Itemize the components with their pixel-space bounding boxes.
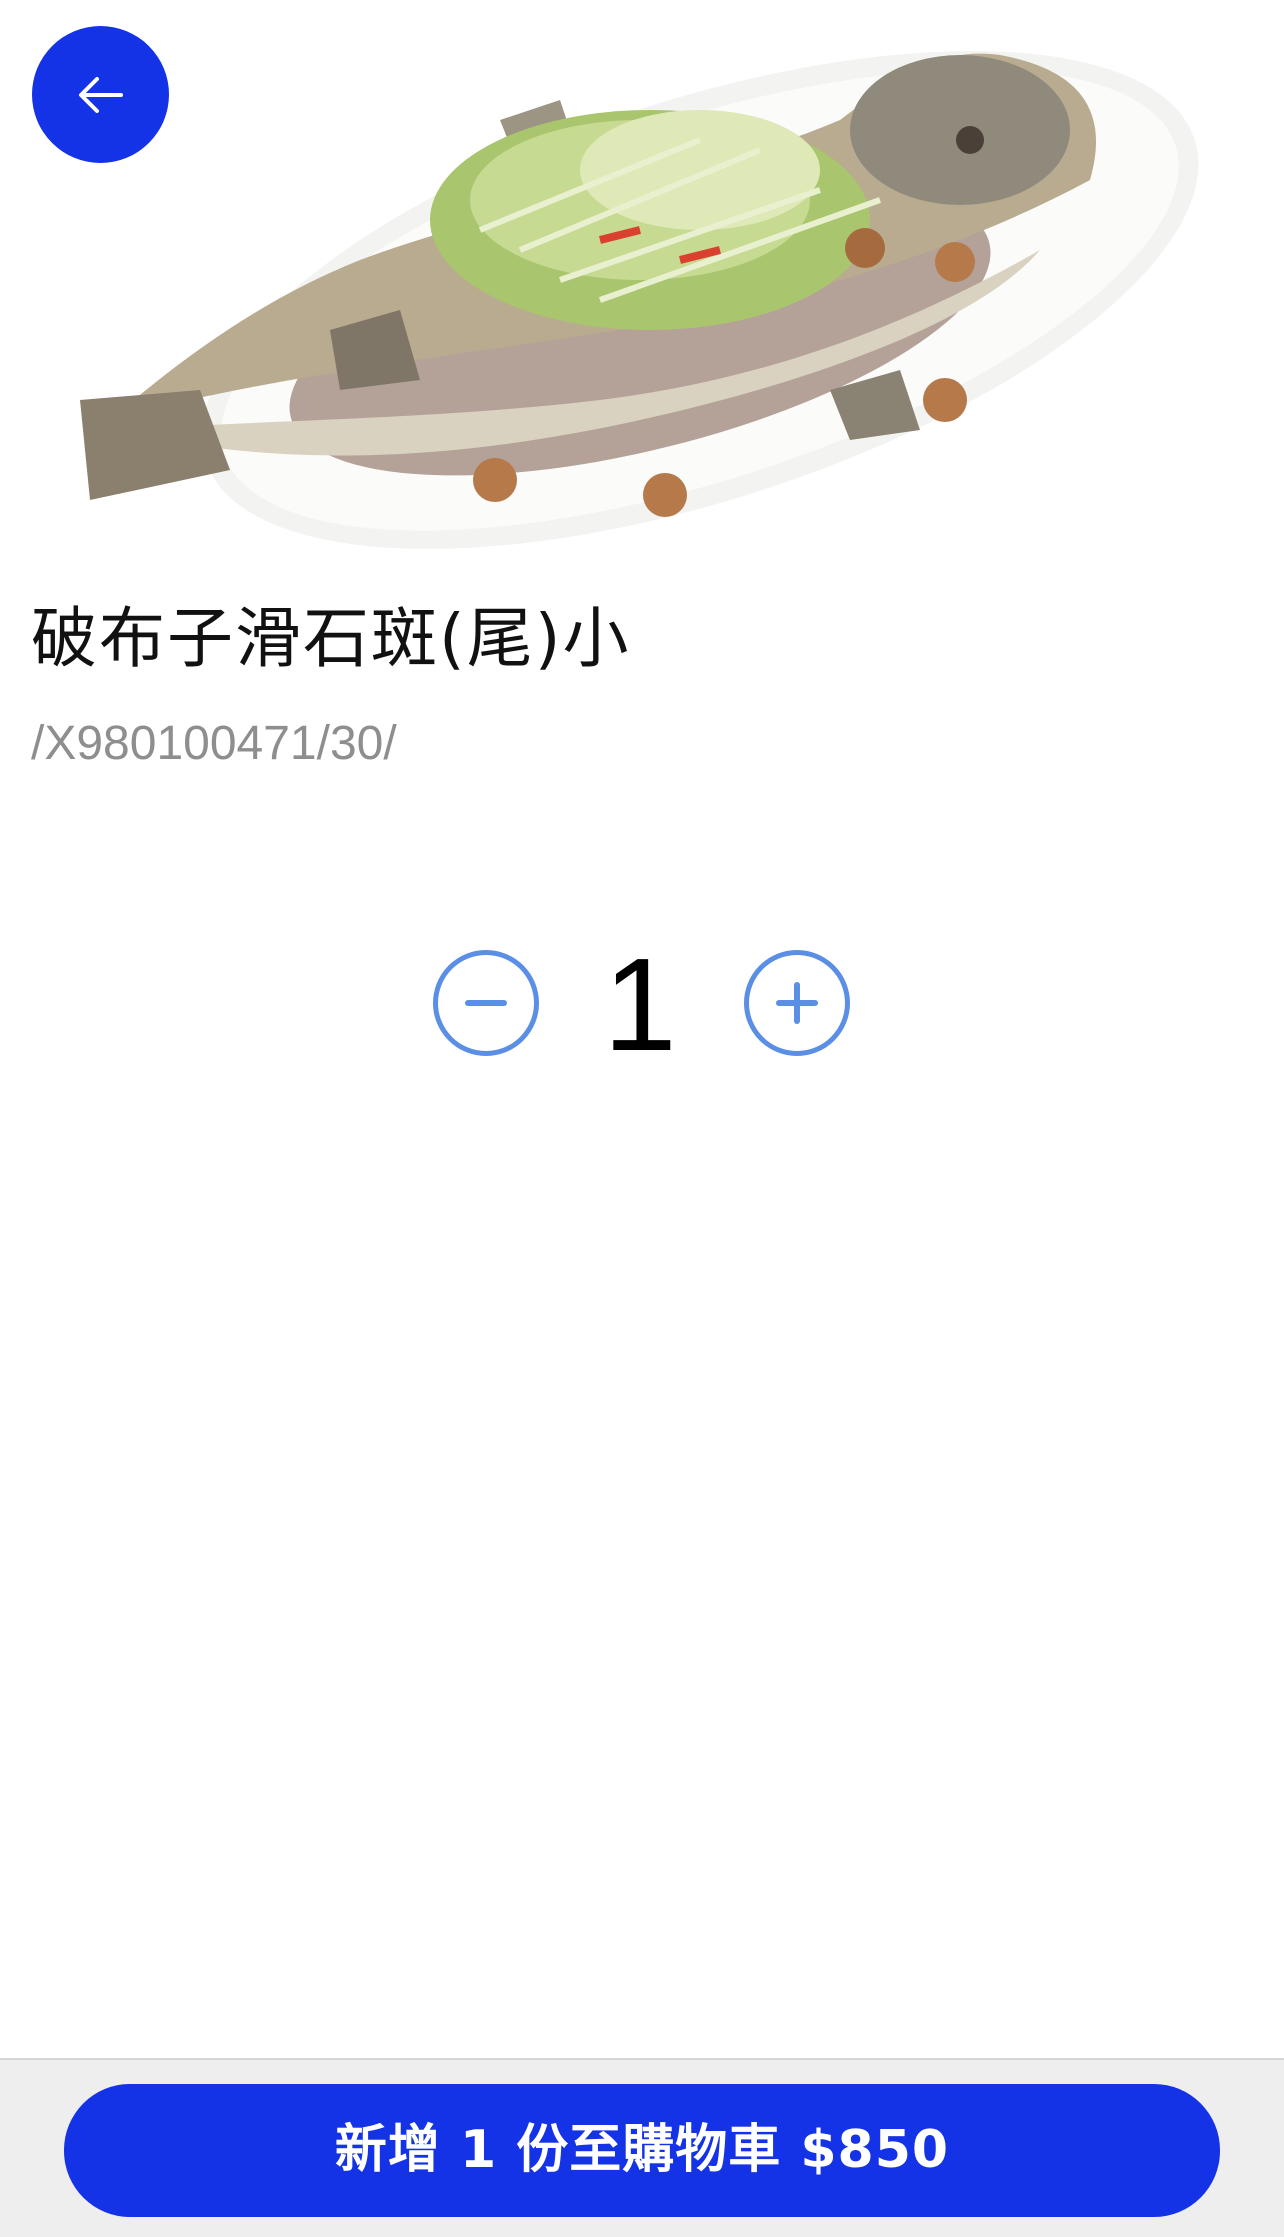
back-button[interactable] bbox=[32, 26, 169, 163]
product-image bbox=[0, 0, 1284, 560]
arrow-left-icon bbox=[78, 76, 123, 113]
quantity-value: 1 bbox=[603, 931, 677, 1078]
increase-quantity-button[interactable] bbox=[744, 950, 850, 1056]
bottom-action-bar: 新增 1 份至購物車 $850 bbox=[0, 2058, 1284, 2237]
quantity-stepper: 1 bbox=[0, 935, 1284, 1075]
steamed-fish-illustration bbox=[80, 50, 1199, 550]
decrease-quantity-button[interactable] bbox=[433, 950, 539, 1056]
product-sku: /X980100471/30/ bbox=[31, 717, 397, 770]
product-title: 破布子滑石斑(尾)小 bbox=[31, 600, 631, 677]
add-to-cart-button[interactable]: 新增 1 份至購物車 $850 bbox=[64, 2084, 1220, 2217]
product-detail-screen: 破布子滑石斑(尾)小 /X980100471/30/ 1 新增 1 份至購物車 … bbox=[0, 0, 1284, 2237]
